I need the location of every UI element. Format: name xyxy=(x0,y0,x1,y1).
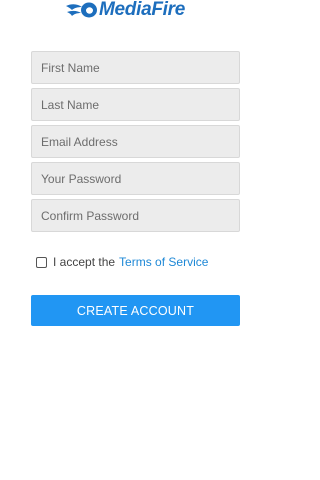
create-account-button[interactable]: CREATE ACCOUNT xyxy=(31,295,240,326)
email-field[interactable] xyxy=(31,125,240,158)
first-name-field[interactable] xyxy=(31,51,240,84)
logo-text: MediaFire xyxy=(99,0,185,20)
signup-form xyxy=(31,51,240,236)
terms-row: I accept the Terms of Service xyxy=(36,255,208,269)
terms-of-service-link[interactable]: Terms of Service xyxy=(119,255,208,269)
confirm-password-field[interactable] xyxy=(31,199,240,232)
password-field[interactable] xyxy=(31,162,240,195)
last-name-field[interactable] xyxy=(31,88,240,121)
terms-checkbox[interactable] xyxy=(36,256,47,268)
mediafire-logo: MediaFire xyxy=(64,0,185,20)
mediafire-flame-icon xyxy=(66,2,97,18)
app-header: MediaFire xyxy=(0,0,270,22)
terms-label: I accept the xyxy=(53,255,116,269)
